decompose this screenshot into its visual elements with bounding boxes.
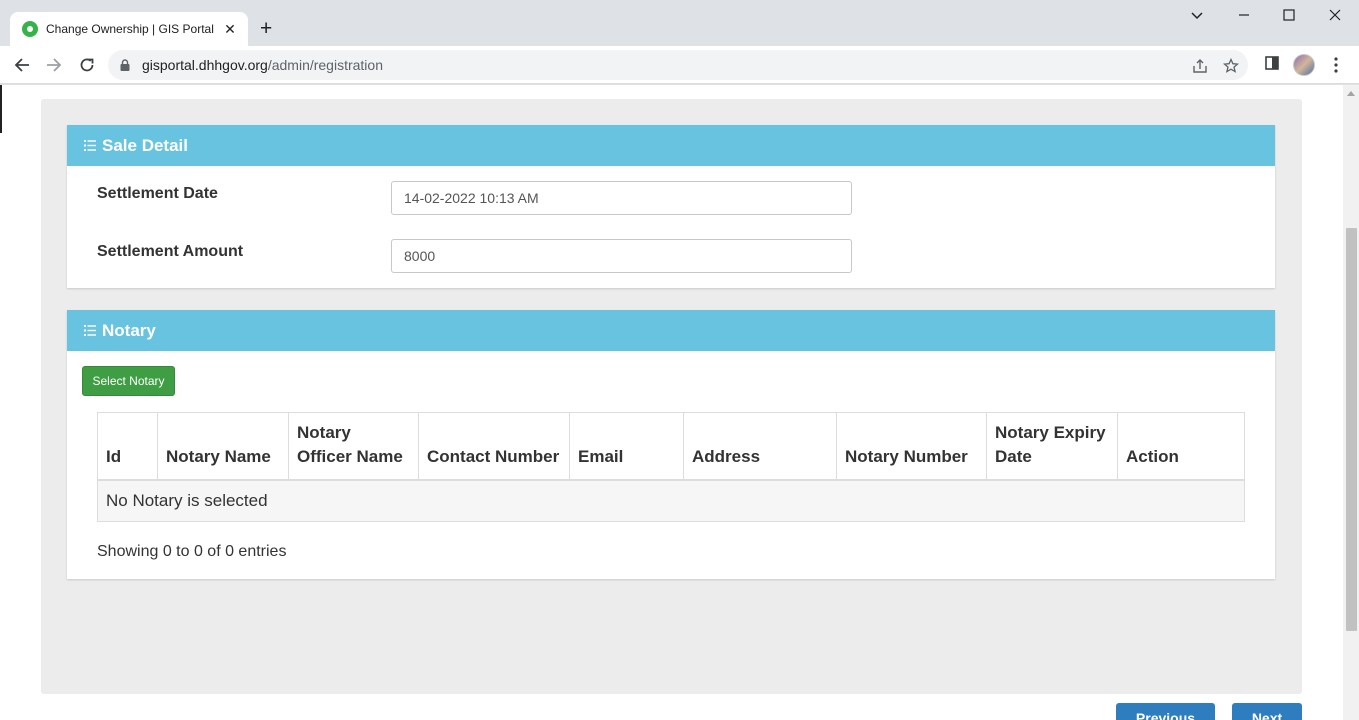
scrollbar-thumb[interactable] xyxy=(1346,228,1357,631)
column-header-action: Action xyxy=(1117,412,1245,481)
maximize-icon[interactable] xyxy=(1279,8,1299,25)
column-header-address[interactable]: Address xyxy=(683,412,837,481)
reload-icon[interactable] xyxy=(75,53,99,77)
back-arrow-icon[interactable] xyxy=(10,53,34,77)
table-header-row: Id Notary Name Notary Officer Name Conta… xyxy=(97,412,1245,481)
close-window-icon[interactable] xyxy=(1325,8,1345,25)
list-icon xyxy=(84,325,96,336)
previous-button[interactable]: Previous xyxy=(1116,703,1215,720)
empty-table-message: No Notary is selected xyxy=(97,479,1245,522)
tab-close-icon[interactable]: ✕ xyxy=(222,21,238,38)
kebab-menu-icon[interactable] xyxy=(1334,57,1338,73)
page-viewport: Sale Detail Settlement Date 14-02-2022 1… xyxy=(0,85,1343,720)
sale-detail-panel: Sale Detail Settlement Date 14-02-2022 1… xyxy=(67,125,1275,288)
browser-tab[interactable]: Change Ownership | GIS Portal ✕ xyxy=(10,12,248,46)
side-panel-icon[interactable] xyxy=(1265,56,1279,70)
column-header-notary-name[interactable]: Notary Name xyxy=(157,412,289,481)
notary-title: Notary xyxy=(102,320,156,340)
url-host: gisportal.dhhgov.org xyxy=(142,57,268,73)
registration-wizard: Sale Detail Settlement Date 14-02-2022 1… xyxy=(41,99,1302,694)
tab-title: Change Ownership | GIS Portal xyxy=(46,22,214,36)
minimize-icon[interactable] xyxy=(1234,8,1254,25)
next-button[interactable]: Next xyxy=(1232,703,1302,720)
column-header-notary-officer-name[interactable]: Notary Officer Name xyxy=(288,412,419,481)
settlement-date-label: Settlement Date xyxy=(97,185,218,202)
bookmark-star-icon[interactable] xyxy=(1223,58,1239,74)
sale-detail-header: Sale Detail xyxy=(67,125,1275,166)
lock-icon xyxy=(120,59,130,71)
column-header-email[interactable]: Email xyxy=(569,412,684,481)
address-bar[interactable]: gisportal.dhhgov.org/admin/registration xyxy=(108,50,1248,80)
browser-tab-strip: Change Ownership | GIS Portal ✕ + xyxy=(0,0,1359,46)
forward-arrow-icon[interactable] xyxy=(42,53,66,77)
notary-header: Notary xyxy=(67,310,1275,351)
page-scrollbar[interactable] xyxy=(1343,85,1359,720)
table-row: No Notary is selected xyxy=(97,479,1245,522)
new-tab-button[interactable]: + xyxy=(260,18,272,40)
settlement-amount-field[interactable]: 8000 xyxy=(391,239,852,273)
profile-avatar[interactable] xyxy=(1293,54,1315,76)
column-header-notary-expiry-date[interactable]: Notary Expiry Date xyxy=(986,412,1118,481)
tab-search-chevron-icon[interactable] xyxy=(1187,7,1207,24)
settlement-date-field[interactable]: 14-02-2022 10:13 AM xyxy=(391,181,852,215)
list-icon xyxy=(84,140,96,151)
notary-table: Id Notary Name Notary Officer Name Conta… xyxy=(97,412,1245,522)
select-notary-button[interactable]: Select Notary xyxy=(82,366,175,396)
column-header-contact-number[interactable]: Contact Number xyxy=(418,412,570,481)
gis-portal-favicon-icon xyxy=(22,21,38,37)
column-header-notary-number[interactable]: Notary Number xyxy=(836,412,987,481)
scroll-up-arrow-icon[interactable] xyxy=(1347,91,1355,96)
notary-panel: Notary Select Notary Id Notary Name Nota… xyxy=(67,310,1275,579)
sale-detail-title: Sale Detail xyxy=(102,135,188,155)
browser-toolbar: gisportal.dhhgov.org/admin/registration xyxy=(0,46,1359,84)
table-info: Showing 0 to 0 of 0 entries xyxy=(97,543,287,560)
url-path: /admin/registration xyxy=(267,57,383,73)
column-header-id[interactable]: Id xyxy=(97,412,158,481)
settlement-amount-label: Settlement Amount xyxy=(97,243,244,260)
share-icon[interactable] xyxy=(1192,58,1208,74)
left-edge-divider xyxy=(0,85,2,133)
